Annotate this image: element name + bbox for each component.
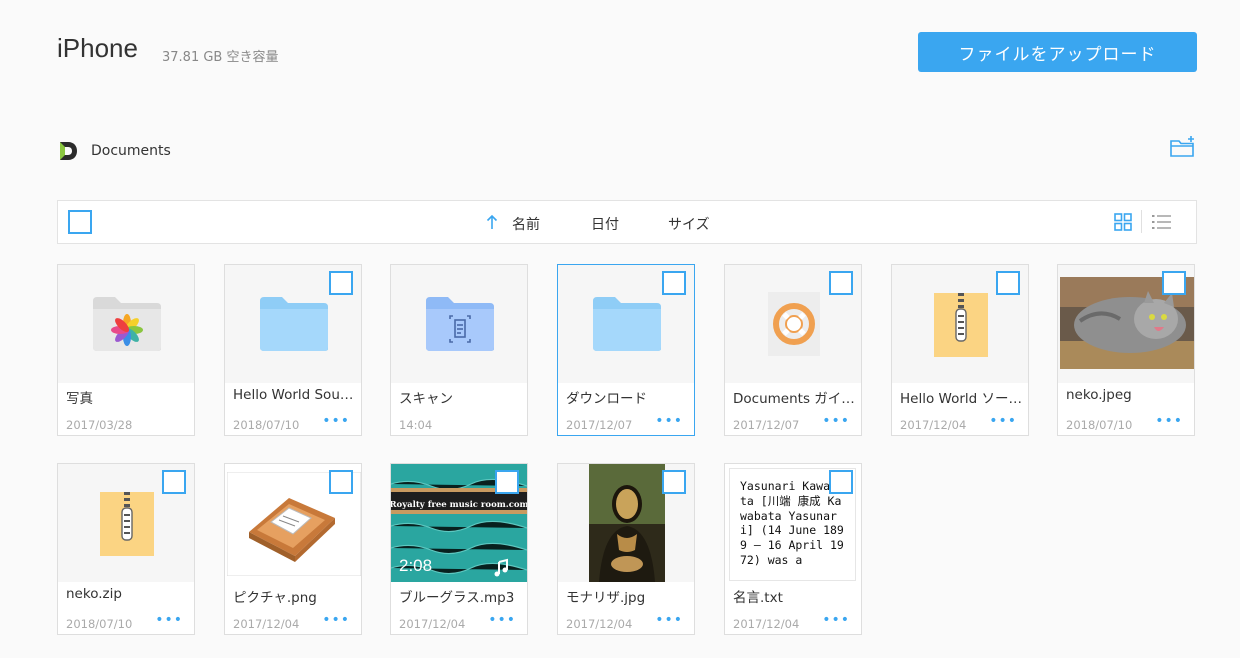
file-checkbox[interactable] [829, 271, 853, 295]
more-options-button[interactable]: ••• [322, 413, 350, 429]
file-card-picture-png[interactable]: ピクチャ.png 2017/12/04 ••• [224, 463, 362, 635]
file-checkbox[interactable] [662, 470, 686, 494]
file-checkbox[interactable] [329, 271, 353, 295]
file-date: 2017/12/04 [900, 418, 967, 432]
file-thumbnail [58, 265, 194, 383]
file-date: 2017/12/07 [566, 418, 633, 432]
file-card-hello-world-zip[interactable]: Hello World ソー… 2017/12/04 ••• [891, 264, 1029, 436]
file-name: Hello World Sour… [233, 387, 355, 403]
file-card-bluegrass-mp3[interactable]: Royalty free music room.com 2:08 ブルーグラス.… [390, 463, 528, 635]
more-options-button[interactable]: ••• [155, 612, 183, 628]
file-date: 14:04 [399, 418, 433, 432]
file-name: Documents ガイ… [733, 391, 855, 407]
file-date: 2018/07/10 [1066, 418, 1133, 432]
file-card-scan[interactable]: スキャン 14:04 [390, 264, 528, 436]
photos-folder-icon [93, 297, 161, 351]
file-name: neko.zip [66, 586, 122, 602]
file-date: 2017/03/28 [66, 418, 133, 432]
file-date: 2017/12/04 [399, 617, 466, 631]
more-options-button[interactable]: ••• [322, 612, 350, 628]
file-date: 2017/12/04 [233, 617, 300, 631]
file-checkbox[interactable] [1162, 271, 1186, 295]
sort-by-name[interactable]: 名前 [512, 214, 540, 234]
file-date: 2017/12/04 [566, 617, 633, 631]
zip-file-icon [100, 492, 154, 556]
file-toolbar: 名前 日付 サイズ [57, 200, 1197, 244]
more-options-button[interactable]: ••• [655, 612, 683, 628]
file-card-neko-jpeg[interactable]: neko.jpeg 2018/07/10 ••• [1057, 264, 1195, 436]
select-all-checkbox[interactable] [68, 210, 92, 234]
file-date: 2017/12/04 [733, 617, 800, 631]
file-date: 2017/12/07 [733, 418, 800, 432]
file-name: ブルーグラス.mp3 [399, 590, 515, 606]
more-options-button[interactable]: ••• [488, 612, 516, 628]
upload-files-button[interactable]: ファイルをアップロード [918, 32, 1197, 72]
file-checkbox[interactable] [495, 470, 519, 494]
file-name: モナリザ.jpg [566, 590, 646, 606]
scan-folder-icon [426, 297, 494, 351]
file-checkbox[interactable] [829, 470, 853, 494]
storage-free: 37.81 GB 空き容量 [162, 50, 279, 65]
file-name: 名言.txt [733, 590, 783, 606]
more-options-button[interactable]: ••• [1155, 413, 1183, 429]
breadcrumb-documents[interactable]: Documents [91, 143, 171, 159]
file-date: 2018/07/10 [233, 418, 300, 432]
file-checkbox[interactable] [162, 470, 186, 494]
file-name: neko.jpeg [1066, 387, 1132, 403]
file-card-neko-zip[interactable]: neko.zip 2018/07/10 ••• [57, 463, 195, 635]
mona-lisa-image [589, 464, 665, 582]
more-options-button[interactable]: ••• [989, 413, 1017, 429]
sort-by-date[interactable]: 日付 [591, 214, 619, 234]
file-thumbnail [391, 265, 527, 383]
album-banner-text: Royalty free music room.com [391, 500, 527, 510]
more-options-button[interactable]: ••• [655, 413, 683, 429]
new-folder-icon[interactable] [1169, 135, 1197, 159]
file-checkbox[interactable] [329, 470, 353, 494]
sort-by-size[interactable]: サイズ [668, 214, 710, 234]
grid-view-icon[interactable] [1114, 213, 1132, 231]
file-date: 2018/07/10 [66, 617, 133, 631]
documents-logo-icon [60, 142, 77, 160]
file-card-mona-lisa-jpg[interactable]: モナリザ.jpg 2017/12/04 ••• [557, 463, 695, 635]
file-name: 写真 [66, 391, 93, 407]
file-checkbox[interactable] [996, 271, 1020, 295]
more-options-button[interactable]: ••• [822, 413, 850, 429]
file-checkbox[interactable] [662, 271, 686, 295]
list-view-icon[interactable] [1152, 213, 1172, 231]
file-name: スキャン [399, 391, 453, 407]
file-name: ダウンロード [566, 391, 647, 407]
audio-duration: 2:08 [399, 556, 433, 575]
more-options-button[interactable]: ••• [822, 612, 850, 628]
device-title: iPhone [57, 33, 138, 63]
file-name: ピクチャ.png [233, 590, 317, 606]
folder-icon [593, 297, 661, 351]
file-card-downloads[interactable]: ダウンロード 2017/12/07 ••• [557, 264, 695, 436]
file-card-documents-guide[interactable]: Documents ガイ… 2017/12/07 ••• [724, 264, 862, 436]
view-separator [1141, 210, 1142, 233]
zip-file-icon [934, 293, 988, 357]
folder-icon [260, 297, 328, 351]
sort-ascending-icon[interactable] [486, 214, 498, 230]
file-card-hello-world-source[interactable]: Hello World Sour… 2018/07/10 ••• [224, 264, 362, 436]
lifebuoy-icon [768, 292, 820, 356]
file-name: Hello World ソー… [900, 391, 1022, 407]
file-card-photos[interactable]: 写真 2017/03/28 [57, 264, 195, 436]
file-card-quote-txt[interactable]: Yasunari Kawabata [川端 康成 Kawabata Yasuna… [724, 463, 862, 635]
